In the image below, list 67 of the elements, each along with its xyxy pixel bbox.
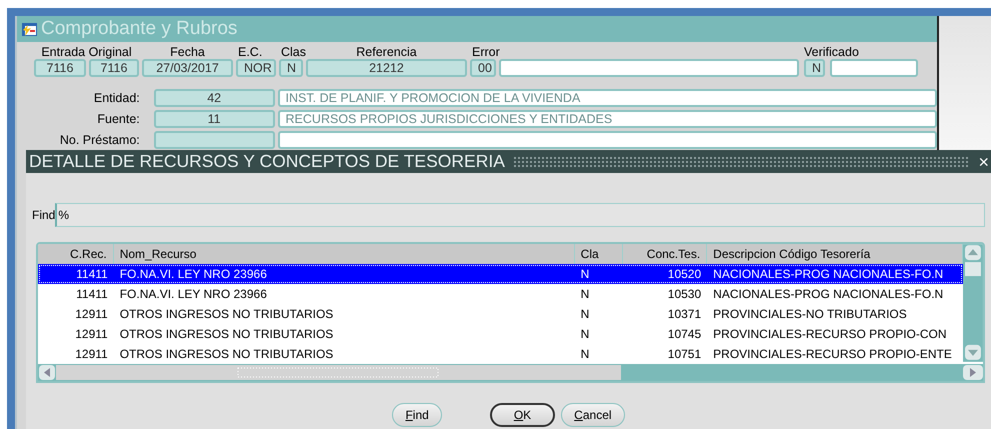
window-title: Comprobante y Rubros xyxy=(41,18,238,40)
table-cell-text: N xyxy=(580,267,590,281)
input-field[interactable]: 21212 xyxy=(306,59,467,77)
table-cell-text: N xyxy=(580,347,590,361)
field-label: Verificado xyxy=(803,45,860,59)
table-row[interactable]: 11411 FO.NA.VI. LEY NRO 23966 N 10520 NACIONALES-PROG NACIONALES-FO.N xyxy=(38,264,964,284)
table-cell-text: 11411 xyxy=(75,287,109,301)
field-label: Referencia xyxy=(355,45,418,59)
table-row[interactable]: 12911 OTROS INGRESOS NO TRIBUTARIOS N 10371 PROVINCIALES-NO TRIBUTARIOS xyxy=(38,304,964,324)
table-cell-text: 12911 xyxy=(74,327,109,341)
table-cell-text: 10745 xyxy=(666,327,702,341)
input-field[interactable]: NOR xyxy=(236,59,276,77)
field-label: Clas xyxy=(280,45,303,59)
table-cell-text: PROVINCIALES-NO TRIBUTARIOS xyxy=(712,307,908,321)
table-cell-text: 10520 xyxy=(666,267,702,281)
table-cell-text: OTROS INGRESOS NO TRIBUTARIOS xyxy=(118,327,334,341)
find-field[interactable]: % xyxy=(55,203,985,227)
table-cell-text: N xyxy=(580,327,590,341)
input-field[interactable] xyxy=(499,59,799,77)
table-cell-text: PROVINCIALES-RECURSO PROPIO-ENTE xyxy=(712,347,953,361)
find-label: Find xyxy=(32,208,56,222)
table-cell-text: 10751 xyxy=(666,347,702,361)
field-label: Fecha xyxy=(169,45,206,59)
horizontal-scrollbar[interactable] xyxy=(38,364,983,381)
vertical-scrollbar[interactable] xyxy=(963,244,983,362)
table-cell-text: 10530 xyxy=(666,287,702,301)
field-label: Entidad: xyxy=(92,91,140,105)
field-label: Error xyxy=(471,45,501,59)
input-field[interactable]: N xyxy=(804,59,825,77)
close-button[interactable]: × xyxy=(976,152,991,170)
table-cell-text: OTROS INGRESOS NO TRIBUTARIOS xyxy=(118,347,334,361)
table-cell-text: 10371 xyxy=(666,307,702,321)
field-label: Fuente: xyxy=(96,112,140,126)
input-field[interactable]: RECURSOS PROPIOS JURISDICCIONES Y ENTIDADES xyxy=(278,110,937,128)
table-row[interactable]: 11411 FO.NA.VI. LEY NRO 23966 N 10530 NACIONALES-PROG NACIONALES-FO.N xyxy=(38,284,964,304)
input-field[interactable] xyxy=(278,131,937,149)
table-cell-text: FO.NA.VI. LEY NRO 23966 xyxy=(118,287,268,301)
table-cell-text: 12911 xyxy=(74,347,109,361)
table-cell-text: OTROS INGRESOS NO TRIBUTARIOS xyxy=(118,307,334,321)
table-cell-text: NACIONALES-PROG NACIONALES-FO.N xyxy=(712,267,944,281)
table-cell-text: N xyxy=(580,307,590,321)
table-row[interactable]: 12911 OTROS INGRESOS NO TRIBUTARIOS N 10745 PROVINCIALES-RECURSO PROPIO-CON xyxy=(38,324,964,344)
field-label: Entrada Original xyxy=(40,45,133,59)
table-cell-text: 11411 xyxy=(75,267,109,281)
input-field[interactable]: N xyxy=(279,59,303,77)
input-field[interactable]: 7116 xyxy=(34,59,86,77)
table-cell-text: N xyxy=(580,287,590,301)
table-cell-text: PROVINCIALES-RECURSO PROPIO-CON xyxy=(712,327,948,341)
dialog-button[interactable]: Find xyxy=(392,403,442,427)
dialog-button[interactable]: Cancel xyxy=(561,403,625,427)
input-field[interactable]: 7116 xyxy=(89,59,139,77)
input-field[interactable] xyxy=(154,131,275,149)
input-field[interactable]: 00 xyxy=(470,59,496,77)
table-row[interactable]: 12911 OTROS INGRESOS NO TRIBUTARIOS N 10751 PROVINCIALES-RECURSO PROPIO-ENTE xyxy=(38,344,964,364)
table-cell-text: 12911 xyxy=(74,307,109,321)
dialog-title: DETALLE DE RECURSOS Y CONCEPTOS DE TESORERIA xyxy=(29,151,505,172)
input-field[interactable]: 27/03/2017 xyxy=(142,59,233,77)
input-field[interactable]: INST. DE PLANIF. Y PROMOCION DE LA VIVIENDA xyxy=(278,89,937,107)
dialog-button[interactable]: OK xyxy=(490,403,556,427)
table-cell-text: NACIONALES-PROG NACIONALES-FO.N xyxy=(712,287,944,301)
field-label: E.C. xyxy=(237,45,264,59)
input-field[interactable]: 42 xyxy=(154,89,275,107)
field-label: No. Préstamo: xyxy=(58,133,140,147)
table-cell-text: FO.NA.VI. LEY NRO 23966 xyxy=(118,267,268,281)
input-field[interactable]: 11 xyxy=(154,110,275,128)
input-field[interactable] xyxy=(830,59,918,77)
form-icon xyxy=(21,20,38,38)
